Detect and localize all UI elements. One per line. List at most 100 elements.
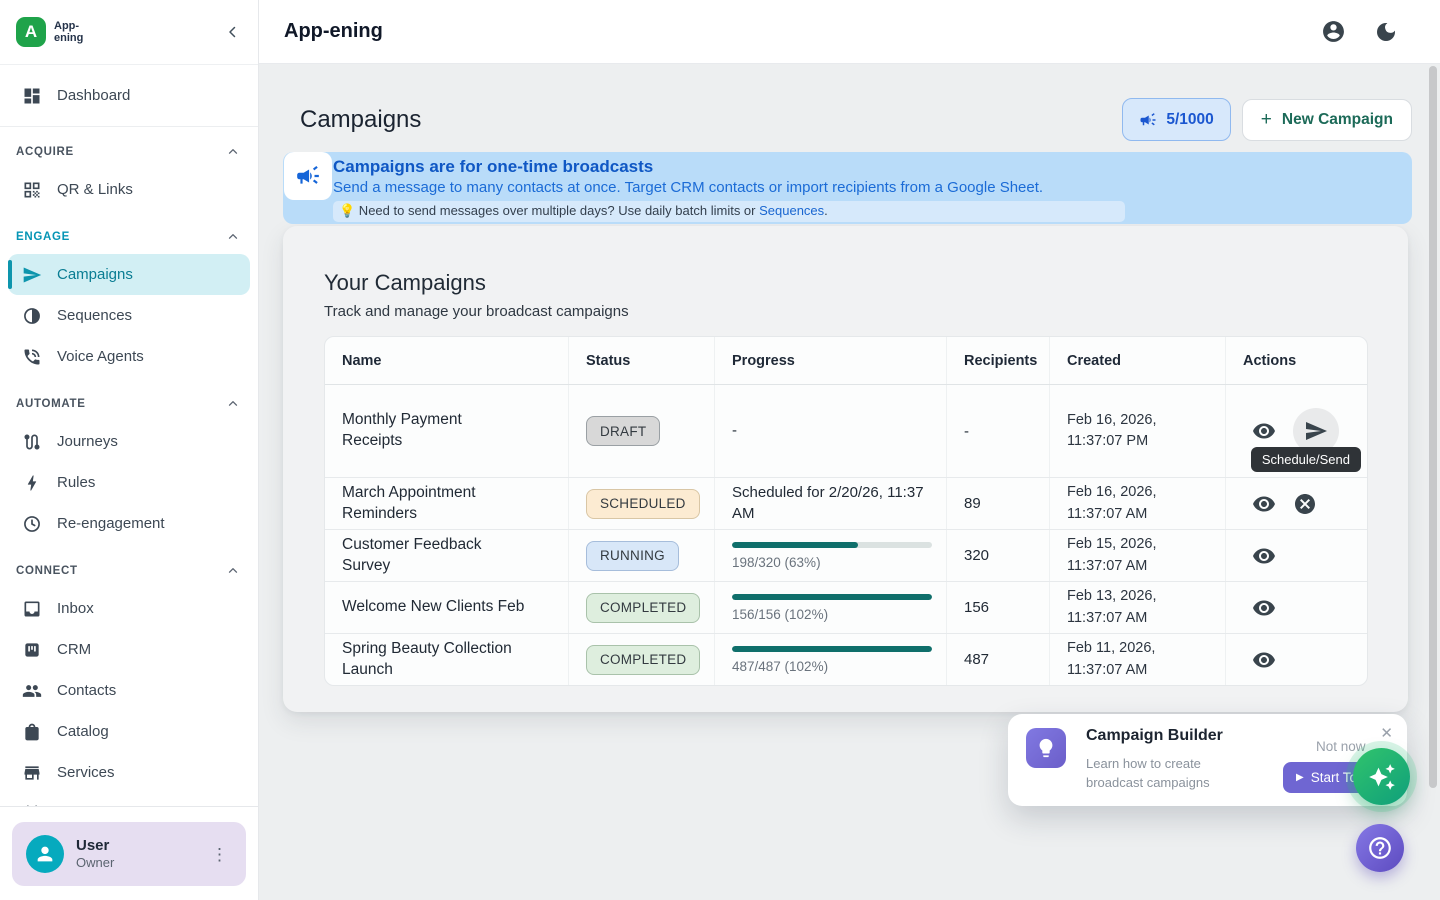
campaign-name: Welcome New Clients Feb [325,582,569,633]
campaign-quota-badge[interactable]: 5/1000 [1122,98,1230,141]
view-button[interactable] [1252,492,1276,516]
sidebar-item-inbox[interactable]: Inbox [8,588,250,629]
progress-label: 156/156 (102%) [732,607,828,622]
chevron-up-icon [226,397,240,411]
status-badge: DRAFT [586,416,660,446]
section-engage[interactable]: ENGAGE [0,222,258,254]
account-circle-icon [1321,19,1346,44]
logo-icon: A [16,17,46,47]
sidebar-item-label: Campaigns [57,266,133,283]
sidebar-item-appointments[interactable]: Appointments [8,793,250,806]
sidebar-item-campaigns[interactable]: Campaigns [8,254,250,295]
user-name: User [76,837,114,856]
topbar-title: App-ening [284,20,383,43]
lightbulb-icon [1026,728,1066,768]
new-campaign-button[interactable]: + New Campaign [1242,99,1412,141]
close-icon[interactable]: ✕ [1380,724,1393,742]
sidebar-item-label: Services [57,764,115,781]
recipients-value: 89 [947,478,1050,529]
user-menu-button[interactable]: ⋮ [207,842,232,867]
sidebar-item-label: Inbox [57,600,94,617]
send-icon [1304,419,1328,443]
campaign-builder-popup: Campaign Builder Learn how to create bro… [1008,714,1407,806]
sidebar-item-re-engagement[interactable]: Re-engagement [8,503,250,544]
chevron-up-icon [226,564,240,578]
scrollbar-thumb[interactable] [1429,66,1437,788]
section-automate[interactable]: AUTOMATE [0,389,258,421]
help-fab[interactable] [1356,824,1404,872]
sidebar-item-qr-links[interactable]: QR & Links [8,169,250,210]
moon-icon [1374,20,1398,44]
user-role: Owner [76,855,114,871]
lightbulb-emoji: 💡 [339,203,355,218]
popup-title: Campaign Builder [1086,727,1223,745]
sidebar-item-services[interactable]: Services [8,752,250,793]
sidebar-item-dashboard[interactable]: Dashboard [8,75,250,116]
account-button[interactable] [1321,19,1346,44]
sidebar-item-journeys[interactable]: Journeys [8,421,250,462]
recipients-value: - [947,385,1050,477]
section-connect[interactable]: CONNECT [0,556,258,588]
play-icon: ▶ [1296,772,1304,783]
status-badge: COMPLETED [586,593,700,623]
megaphone-icon [1139,111,1157,129]
sequences-link[interactable]: Sequences [759,203,824,218]
created-value: Feb 15, 2026,11:37:07 AM [1050,530,1226,581]
dark-mode-toggle[interactable] [1374,20,1398,44]
eye-icon [1252,596,1276,620]
recipients-value: 320 [947,530,1050,581]
sidebar-item-label: Contacts [57,682,116,699]
sidebar-item-sequences[interactable]: Sequences [8,295,250,336]
progress-label: 487/487 (102%) [732,659,828,674]
cancel-icon [1293,492,1317,516]
progress-label: 198/320 (63%) [732,555,821,570]
campaigns-table: Name Status Progress Recipients Created … [324,336,1368,686]
question-mark-icon [1367,835,1393,861]
sidebar-item-label: Rules [57,474,95,491]
route-icon [22,432,42,452]
user-card[interactable]: User Owner ⋮ [12,822,246,886]
table-row: Monthly Payment Receipts DRAFT - - Feb 1… [325,385,1367,477]
quota-text: 5/1000 [1166,111,1213,129]
section-acquire[interactable]: ACQUIRE [0,137,258,169]
sidebar-item-rules[interactable]: Rules [8,462,250,503]
progress-cell: 198/320 (63%) [715,530,947,581]
sparkles-icon [1368,763,1396,791]
progress-bar [732,646,932,652]
eye-icon [1252,419,1276,443]
sidebar-item-catalog[interactable]: Catalog [8,711,250,752]
sidebar: A App-ening Dashboard ACQUIRE QR & Links… [0,0,259,900]
tooltip: Schedule/Send [1251,447,1361,472]
phone-icon [22,347,42,367]
sidebar-item-label: Sequences [57,307,132,324]
sidebar-footer: User Owner ⋮ [0,806,258,900]
topbar: App-ening [259,0,1440,64]
popup-description: Learn how to create broadcast campaigns [1086,755,1246,793]
sidebar-item-voice-agents[interactable]: Voice Agents [8,336,250,377]
status-badge: RUNNING [586,541,679,571]
view-button[interactable] [1252,419,1276,443]
sidebar-nav: Dashboard ACQUIRE QR & Links ENGAGE Camp… [0,64,258,806]
user-avatar [26,835,64,873]
not-now-button[interactable]: Not now [1316,739,1366,754]
sidebar-item-label: QR & Links [57,181,133,198]
sidebar-item-crm[interactable]: CRM [8,629,250,670]
banner-subtitle: Send a message to many contacts at once.… [333,179,1400,196]
view-button[interactable] [1252,544,1276,568]
sidebar-item-label: Voice Agents [57,348,144,365]
divider [0,126,258,127]
view-button[interactable] [1252,596,1276,620]
progress-bar [732,594,932,600]
sidebar-item-contacts[interactable]: Contacts [8,670,250,711]
campaign-name: Customer Feedback Survey [325,530,569,581]
sidebar-collapse-button[interactable] [224,23,242,41]
ai-assistant-fab[interactable] [1353,748,1410,805]
send-icon [22,265,42,285]
qr-code-icon [22,180,42,200]
progress-value: - [732,421,932,441]
cancel-button[interactable] [1293,492,1317,516]
view-button[interactable] [1252,648,1276,672]
kanban-icon [22,640,42,660]
brand-name: App-ening [54,20,83,44]
sidebar-header: A App-ening [0,0,258,64]
